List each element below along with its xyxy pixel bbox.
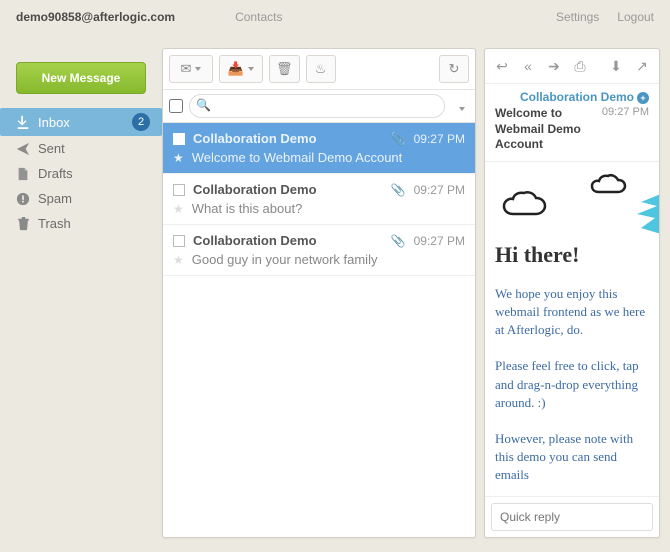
download-icon [14,115,32,129]
message-time: 09:27 PM [414,183,465,197]
exclaim-icon [14,192,32,206]
new-message-button[interactable]: New Message [16,62,146,94]
cloud-icon [501,190,551,224]
logout-link[interactable]: Logout [617,10,654,24]
unread-badge: 2 [132,113,150,131]
folder-spam[interactable]: Spam [0,186,162,211]
folder-sent[interactable]: Sent [0,136,162,161]
folder-label: Trash [38,216,150,231]
folder-label: Inbox [38,115,132,130]
attachment-icon: 📎 [391,234,406,248]
trash-icon [14,217,32,231]
envelope-icon: ✉ [181,61,192,77]
email-paragraph: However, please note with this demo you … [495,430,649,485]
folder-label: Spam [38,191,150,206]
message-from: Collaboration Demo [193,233,383,248]
popout-button[interactable]: ↗ [631,55,653,77]
folder-inbox[interactable]: Inbox2 [0,108,162,136]
message-checkbox[interactable] [173,184,185,196]
download-button[interactable]: ⬇ [605,55,627,77]
folder-icon: 📥 [228,61,244,77]
move-to-dropdown[interactable]: 📥 [219,55,263,83]
message-item[interactable]: Collaboration Demo 📎 09:27 PM ★ Good guy in … [163,225,475,276]
folder-drafts[interactable]: Drafts [0,161,162,186]
message-subject: What is this about? [192,201,303,216]
flame-icon: ♨ [315,61,327,77]
reply-button[interactable]: ↩ [491,55,513,77]
refresh-icon: ↻ [449,61,460,77]
delete-button[interactable]: 🗑 [269,55,300,83]
message-time: 09:27 PM [414,132,465,146]
forward-button[interactable]: ➔ [543,55,565,77]
message-from: Collaboration Demo [193,182,383,197]
check-mail-dropdown[interactable]: ✉ [169,55,213,83]
reply-all-button[interactable]: « [517,55,539,77]
message-item[interactable]: Collaboration Demo 📎 09:27 PM ★ What is this… [163,174,475,225]
star-icon[interactable]: ★ [173,151,184,165]
reader-time: 09:27 PM [602,106,649,153]
trash-icon: 🗑 [276,61,293,77]
attachment-icon: 📎 [391,132,406,146]
reader-subject: Welcome to Webmail Demo Account [495,106,596,153]
folder-trash[interactable]: Trash [0,211,162,236]
reader-from[interactable]: Collaboration Demo [520,90,634,104]
add-contact-icon[interactable]: + [637,92,649,104]
message-subject: Good guy in your network family [192,252,378,267]
refresh-button[interactable]: ↻ [439,55,469,83]
star-icon[interactable]: ★ [173,253,184,267]
print-button[interactable]: ⎙ [569,55,591,77]
search-filter-dropdown[interactable] [451,99,469,114]
search-input[interactable] [189,94,445,118]
message-subject: Welcome to Webmail Demo Account [192,150,403,165]
select-all-checkbox[interactable] [169,99,183,113]
contacts-link[interactable]: Contacts [235,10,282,24]
folder-label: Sent [38,141,150,156]
spam-button[interactable]: ♨ [306,55,336,83]
message-checkbox[interactable] [173,235,185,247]
email-paragraph: Please feel free to click, tap and drag-… [495,357,649,412]
cloud-icon [589,172,629,200]
send-icon [14,142,32,156]
account-email[interactable]: demo90858@afterlogic.com [16,10,175,24]
folder-label: Drafts [38,166,150,181]
message-checkbox[interactable] [173,133,185,145]
file-icon [14,167,32,181]
star-icon[interactable]: ★ [173,202,184,216]
splash-icon [631,194,659,234]
message-from: Collaboration Demo [193,131,383,146]
message-time: 09:27 PM [414,234,465,248]
email-paragraph: We hope you enjoy this webmail frontend … [495,285,649,340]
attachment-icon: 📎 [391,183,406,197]
search-icon: 🔍 [196,98,211,112]
settings-link[interactable]: Settings [556,10,599,24]
message-item[interactable]: Collaboration Demo 📎 09:27 PM ★ Welcome to W… [163,123,475,174]
email-title: Hi there! [495,240,649,271]
quick-reply-input[interactable] [491,503,653,531]
